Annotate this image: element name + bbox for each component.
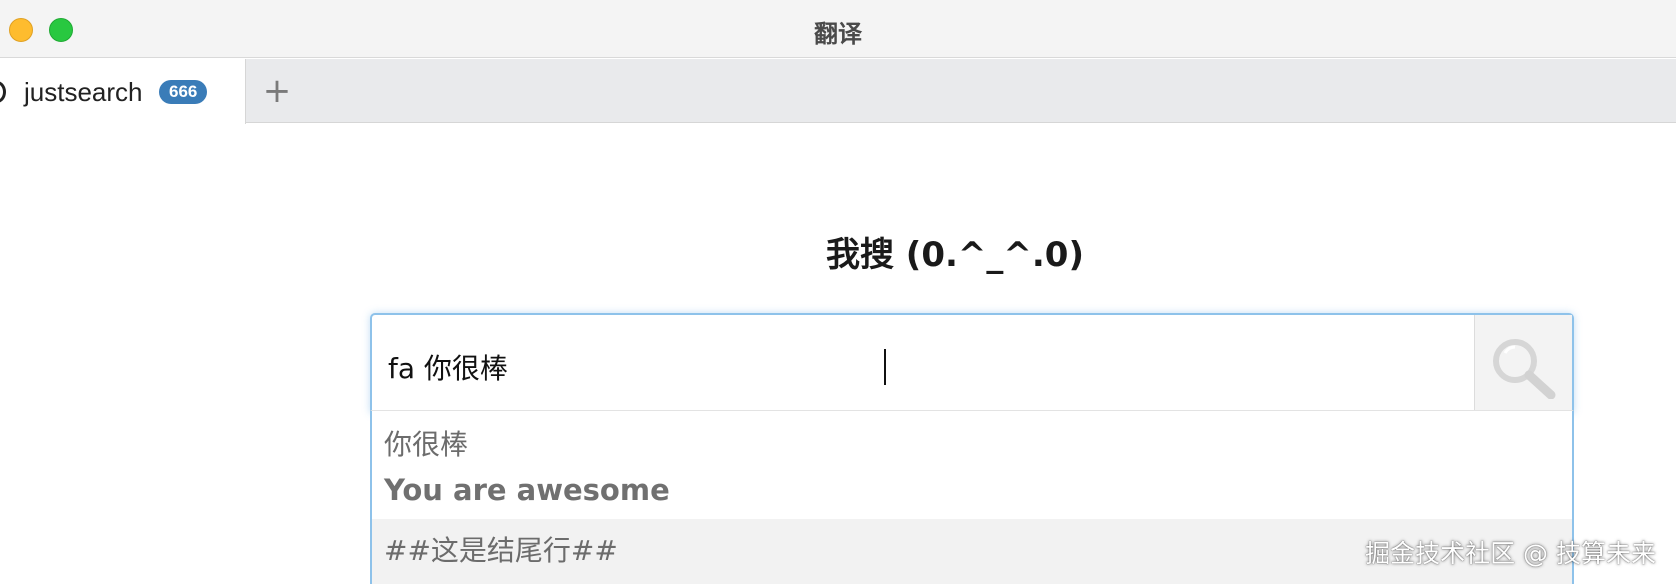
suggestion-item[interactable]: 你很棒 xyxy=(372,423,1572,463)
watermark: 掘金技术社区 @ 技算未来 xyxy=(1365,539,1656,568)
search-box xyxy=(370,313,1574,413)
search-icon xyxy=(1493,339,1556,399)
tab-badge: 666 xyxy=(159,80,208,104)
tab-favicon-icon xyxy=(0,81,6,103)
suggestion-item[interactable]: You are awesome xyxy=(372,473,1572,507)
tab-justsearch[interactable]: justsearch 666 xyxy=(0,59,246,124)
window-title: 翻译 xyxy=(814,20,862,48)
search-input[interactable] xyxy=(388,347,1438,387)
text-caret xyxy=(884,349,886,385)
page-heading: 我搜 (0.^_^.0) xyxy=(825,235,1085,275)
search-button[interactable] xyxy=(1474,315,1572,413)
new-tab-button[interactable]: + xyxy=(262,71,292,111)
app-window: 翻译 justsearch 666 + 我搜 (0.^_^.0) 你很棒 You… xyxy=(0,0,1676,584)
title-bar: 翻译 xyxy=(0,0,1676,58)
tab-label: justsearch xyxy=(24,77,143,107)
tab-bar: justsearch 666 + xyxy=(0,59,1676,124)
